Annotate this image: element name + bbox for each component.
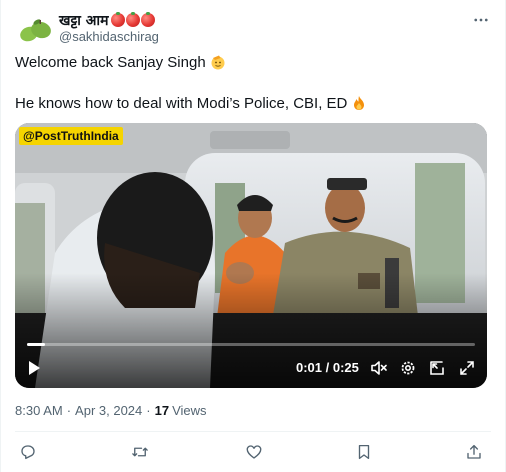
video-progress-bar[interactable] <box>27 343 475 346</box>
post-date[interactable]: Apr 3, 2024 <box>75 403 142 418</box>
settings-gear-icon[interactable] <box>399 359 417 377</box>
tomato-icon <box>111 12 126 27</box>
action-bar <box>1 441 505 463</box>
post-time[interactable]: 8:30 AM <box>15 403 63 418</box>
tomato-icon <box>141 12 156 27</box>
post-line-2-text: He knows how to deal with Modi’s Police,… <box>15 95 348 112</box>
like-button[interactable] <box>243 441 265 463</box>
bookmark-button[interactable] <box>353 441 375 463</box>
name-emojis <box>111 12 156 27</box>
author-name-row[interactable]: खट्टा आम <box>59 11 156 30</box>
share-icon <box>467 444 481 459</box>
post-line-1-text: Welcome back Sanjay Singh <box>15 54 206 71</box>
post-text-line-2: He knows how to deal with Modi’s Police,… <box>15 94 367 114</box>
fullscreen-icon[interactable] <box>458 359 476 377</box>
retweet-button[interactable] <box>129 441 151 463</box>
meta-separator: · <box>146 403 151 418</box>
meta-separator: · <box>66 403 72 418</box>
video-frame <box>15 123 487 388</box>
more-options-icon[interactable] <box>471 10 491 30</box>
avatar[interactable] <box>15 10 55 50</box>
picture-in-picture-icon[interactable] <box>428 359 446 377</box>
green-mango-avatar-icon <box>20 19 51 42</box>
tomato-icon <box>126 12 141 27</box>
mute-icon[interactable] <box>370 359 388 377</box>
divider <box>15 431 491 432</box>
post-text-line-1: Welcome back Sanjay Singh <box>15 53 226 73</box>
author-handle[interactable]: @sakhidaschirag <box>59 29 159 44</box>
reply-button[interactable] <box>17 441 39 463</box>
video-time: 0:01 / 0:25 <box>296 360 359 375</box>
tweet-card[interactable]: खट्टा आम @sakhidaschirag Welcome back Sa… <box>0 0 506 472</box>
retweet-icon <box>132 447 148 457</box>
share-button[interactable] <box>463 441 485 463</box>
views-count: 17 <box>154 403 170 418</box>
play-icon[interactable] <box>25 359 43 377</box>
fire-icon <box>354 96 365 110</box>
video-controls: 0:01 / 0:25 <box>15 355 487 381</box>
author-display-name[interactable]: खट्टा आम <box>59 11 108 30</box>
saluting-face-icon <box>211 55 225 70</box>
video-player[interactable]: @PostTruthIndia 0:01 / 0:25 <box>15 123 487 388</box>
reply-icon <box>21 445 35 460</box>
post-meta: 8:30 AM · Apr 3, 2024 · 17 Views <box>15 403 207 418</box>
video-source-tag: @PostTruthIndia <box>19 127 123 145</box>
views-label: Views <box>172 403 207 418</box>
video-progress-fill <box>27 343 45 346</box>
heart-icon <box>246 445 262 459</box>
bookmark-icon <box>358 444 370 460</box>
